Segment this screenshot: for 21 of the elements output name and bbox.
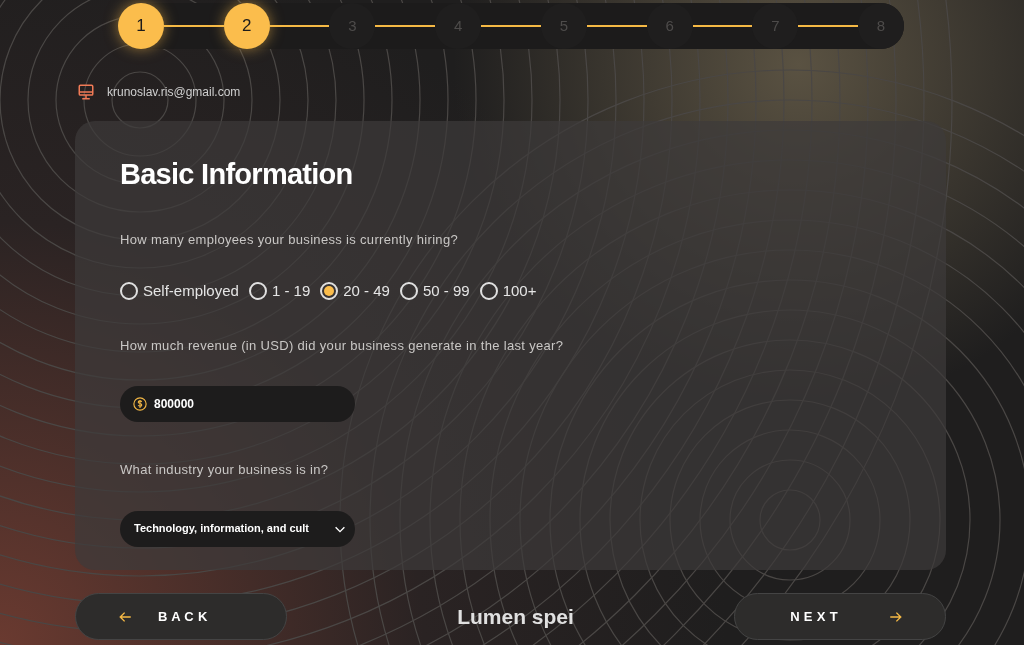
arrow-left-icon <box>118 609 133 624</box>
revenue-field[interactable]: 800000 <box>120 386 355 422</box>
next-button[interactable]: N E X T <box>734 593 946 640</box>
radio-option[interactable]: 50 - 99 <box>399 280 470 303</box>
account-email: krunoslav.ris@gmail.com <box>107 84 241 101</box>
radio-option[interactable]: 1 - 19 <box>248 280 311 303</box>
brand-logo: Lumen spei <box>457 603 574 630</box>
arrow-right-icon <box>888 609 903 624</box>
radio-option[interactable]: 20 - 49 <box>320 280 390 303</box>
form-title: Basic Information <box>120 157 354 192</box>
step-indicator[interactable]: 2 <box>223 3 270 49</box>
question-text: How much revenue (in USD) did your business generate in the last year? <box>120 336 565 355</box>
monitor-icon <box>77 83 95 101</box>
back-button[interactable]: B A C K <box>75 593 287 640</box>
dollar-coin-icon <box>133 397 147 411</box>
radio-option[interactable]: Self-employed <box>120 280 239 303</box>
question-text: What industry your business is in? <box>120 461 330 479</box>
industry-select[interactable]: Technology, information, and cult <box>120 510 355 547</box>
question-text: How many employees your business is currently hiring? <box>120 230 460 249</box>
step-indicator[interactable]: 1 <box>118 3 164 49</box>
radio-option[interactable]: 100+ <box>479 280 537 303</box>
